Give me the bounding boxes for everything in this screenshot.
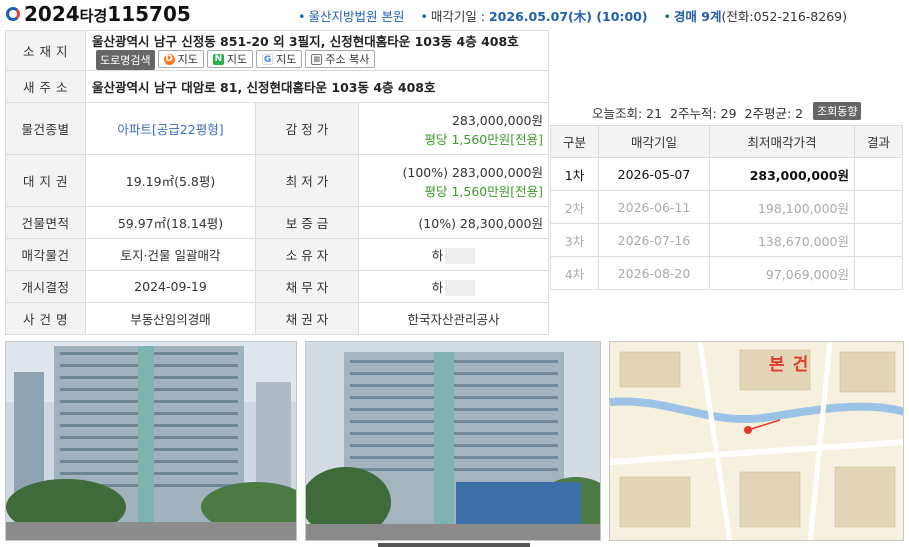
apartment-photo-icon [6, 342, 296, 540]
naver-icon: N [212, 53, 224, 65]
court-dept: 경매 9계 [673, 9, 722, 24]
land-area: 19.19㎡(5.8평) [85, 154, 256, 207]
creditor-label: 채 권 자 [255, 302, 359, 335]
building-photo-2[interactable] [305, 341, 601, 541]
deposit-label: 보 증 금 [255, 206, 359, 239]
road-search-button[interactable]: 도로명검색 [96, 50, 155, 70]
daum-map-button[interactable]: D 지도 [157, 50, 204, 68]
min-price-label: 최 저 가 [255, 154, 359, 207]
col-result: 결과 [854, 125, 903, 158]
case-header: 2024타경115705 • 울산지방법원 본원 • 매각기일 : 2026.05.… [0, 0, 909, 28]
redacted-mask [445, 248, 476, 265]
start-date: 2024-09-19 [85, 270, 256, 303]
court-phone: (전화:052-216-8269) [721, 9, 847, 24]
case-number: 2024타경115705 [24, 2, 191, 26]
appraisal-label: 감 정 가 [255, 102, 359, 155]
photo-scrollbar[interactable] [378, 543, 530, 547]
appraisal-cell: 283,000,000원 평당 1,560만원[전용] [358, 102, 549, 155]
daum-icon: D [163, 53, 175, 65]
start-label: 개시결정 [5, 270, 86, 303]
table-row: 1차 2026-05-07 283,000,000원 [550, 157, 903, 191]
debtor: 하 [431, 279, 444, 295]
min-price-cell: (100%) 283,000,000원 평당 1,560만원[전용] [358, 154, 549, 207]
new-address: 울산광역시 남구 대암로 81, 신정현대홈타운 103동 4층 408호 [92, 80, 436, 95]
address-tools: 도로명검색 D 지도 N 지도 G 지도 ≡ 주소 복사 [96, 50, 376, 70]
min-price-per-pyeong: 평당 1,560만원[전용] [424, 183, 543, 199]
sale-date: 2026.05.07(木) (10:00) [488, 9, 648, 24]
view-stats: 오늘조회: 21 2주누적: 29 2주평균: 2 조회동향 [551, 98, 903, 124]
view-trend-button[interactable]: 조회동향 [813, 102, 862, 120]
location-map[interactable]: 본건 [609, 341, 904, 541]
col-date: 매각기일 [598, 125, 710, 158]
location-label: 소 재 지 [5, 30, 86, 71]
creditor: 한국자산관리공사 [358, 302, 549, 335]
min-price: (100%) 283,000,000원 [402, 164, 544, 180]
map-icon [610, 342, 903, 540]
naver-map-button[interactable]: N 지도 [206, 50, 254, 68]
land-label: 대 지 권 [5, 154, 86, 207]
copy-icon: ≡ [311, 53, 323, 65]
owner-cell: 하 [358, 238, 549, 271]
property-type: 아파트[공급22평형] [85, 102, 256, 155]
owner: 하 [431, 247, 444, 263]
appraisal-per-pyeong: 평당 1,560만원[전용] [424, 131, 543, 147]
bullet-icon: • [298, 9, 306, 24]
building-label: 건물면적 [5, 206, 86, 239]
building-area: 59.97㎡(18.14평) [85, 206, 256, 239]
location-address: 울산광역시 남구 신정동 851-20 외 3필지, 신정현대홈타운 103동 … [92, 34, 519, 49]
google-map-button[interactable]: G 지도 [256, 50, 303, 68]
col-round: 구분 [550, 125, 599, 158]
case-name-label: 사 건 명 [5, 302, 86, 335]
copy-address-button[interactable]: ≡ 주소 복사 [305, 50, 376, 68]
auction-rounds-table: 구분 매각기일 최저매각가격 결과 1차 2026-05-07 283,000,… [550, 125, 903, 290]
building-photo-1[interactable] [5, 341, 297, 541]
map-marker-label: 본건 [769, 355, 817, 375]
apartment-photo-icon [306, 342, 600, 540]
new-address-label: 새 주 소 [5, 70, 86, 103]
new-address-cell: 울산광역시 남구 대암로 81, 신정현대홈타운 103동 4층 408호 [85, 70, 549, 103]
court-name: 울산지방법원 본원 [308, 9, 405, 24]
deposit: (10%) 28,300,000원 [358, 206, 549, 239]
debtor-label: 채 무 자 [255, 270, 359, 303]
owner-label: 소 유 자 [255, 238, 359, 271]
table-row: 4차 2026-08-20 97,069,000원 [550, 256, 903, 290]
appraisal-price: 283,000,000원 [451, 112, 543, 128]
bullet-icon: • [420, 9, 428, 24]
sale-item-label: 매각물건 [5, 238, 86, 271]
property-info-table: 소 재 지 울산광역시 남구 신정동 851-20 외 3필지, 신정현대홈타운… [5, 30, 549, 335]
type-label: 물건종별 [5, 102, 86, 155]
location-cell: 울산광역시 남구 신정동 851-20 외 3필지, 신정현대홈타운 103동 … [85, 30, 549, 71]
bullet-icon: • [663, 9, 671, 24]
col-min-price: 최저매각가격 [709, 125, 855, 158]
redacted-mask [445, 280, 476, 297]
table-row: 2차 2026-06-11 198,100,000원 [550, 190, 903, 224]
sale-item: 토지·건물 일괄매각 [85, 238, 256, 271]
header-info: • 울산지방법원 본원 • 매각기일 : 2026.05.07(木) (10:00)… [298, 9, 847, 24]
table-row: 3차 2026-07-16 138,670,000원 [550, 223, 903, 257]
view-stats-text: 오늘조회: 21 2주누적: 29 2주평균: 2 [592, 106, 804, 121]
case-name: 부동산임의경매 [85, 302, 256, 335]
google-icon: G [262, 53, 274, 65]
logo-icon [6, 7, 20, 21]
debtor-cell: 하 [358, 270, 549, 303]
